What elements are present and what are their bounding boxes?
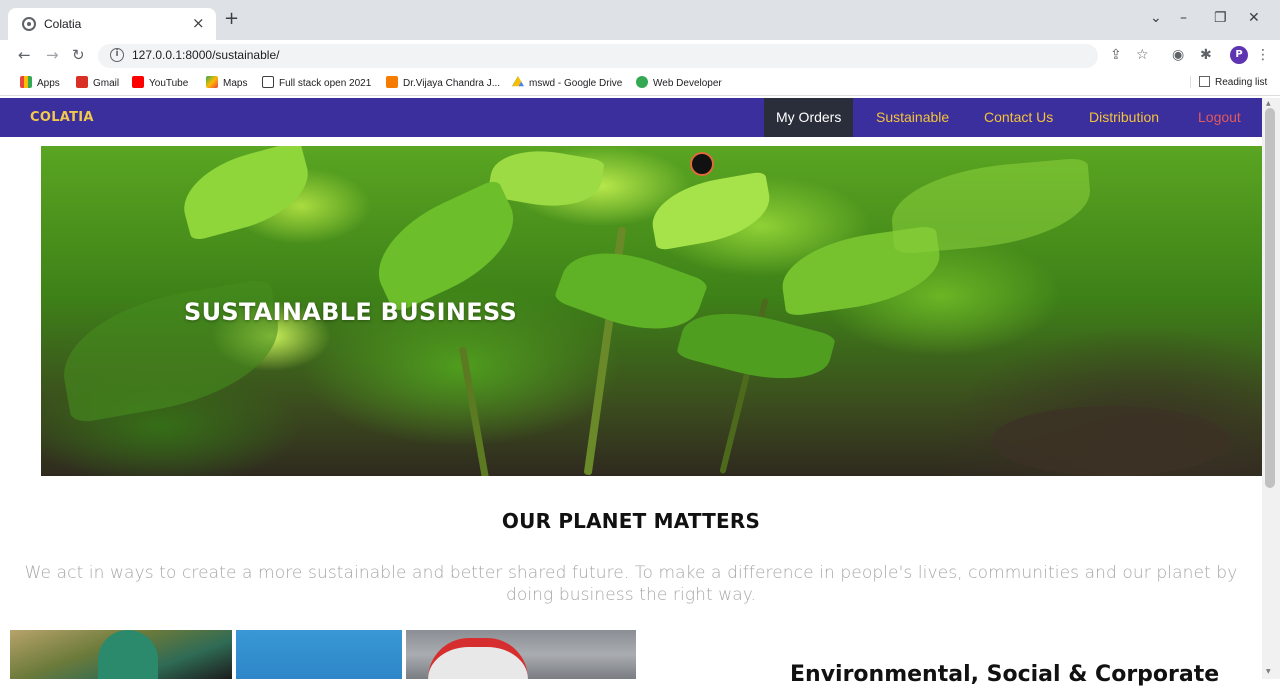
bookmark-label: Dr.Vijaya Chandra J...: [403, 78, 501, 89]
reading-list-icon: [1199, 76, 1210, 87]
info-icon[interactable]: i: [110, 48, 124, 62]
bookmark-label: Web Developer: [653, 78, 722, 89]
leaf: [887, 157, 1095, 255]
extension-icon[interactable]: ◉: [1172, 47, 1184, 63]
plant-stem: [458, 346, 491, 476]
bookmark-maps[interactable]: Maps: [206, 76, 247, 89]
hero-banner: SUSTAINABLE BUSINESS: [41, 146, 1262, 476]
nav-my-orders[interactable]: My Orders: [764, 98, 854, 137]
reading-list-button[interactable]: Reading list: [1190, 76, 1267, 88]
leaf: [361, 178, 531, 314]
browser-toolbar: ← → ↻ i 127.0.0.1:8000/sustainable/ ⇪ ☆ …: [0, 40, 1280, 72]
nav-sustainable[interactable]: Sustainable: [864, 98, 961, 137]
nav-contact-us[interactable]: Contact Us: [972, 98, 1065, 137]
share-icon[interactable]: ⇪: [1110, 47, 1122, 63]
section-heading-planet: OUR PLANET MATTERS: [501, 509, 761, 533]
forward-arrow-icon[interactable]: →: [46, 46, 59, 64]
bookmark-vijaya[interactable]: Dr.Vijaya Chandra J...: [386, 76, 500, 89]
leaf: [646, 171, 776, 251]
brand-logo[interactable]: COLATIA: [30, 110, 94, 125]
globe-icon: [22, 17, 36, 31]
apps-grid-icon: [20, 76, 32, 88]
bookmark-label: Gmail: [93, 78, 120, 89]
minimize-icon[interactable]: –: [1180, 10, 1187, 26]
bookmark-youtube[interactable]: YouTube: [132, 76, 188, 89]
scroll-down-icon[interactable]: ▼: [1266, 668, 1271, 675]
new-tab-icon[interactable]: +: [224, 10, 239, 28]
bookmark-label: Maps: [223, 78, 248, 89]
bookmark-label: Full stack open 2021: [279, 78, 372, 89]
photo-worker: [406, 630, 636, 679]
bookmark-star-icon[interactable]: ☆: [1136, 47, 1149, 63]
address-bar[interactable]: i 127.0.0.1:8000/sustainable/: [98, 44, 1098, 68]
soil-clod: [991, 406, 1231, 476]
bookmark-label: YouTube: [149, 78, 189, 89]
page-scrollbar[interactable]: ▲ ▼: [1262, 98, 1280, 679]
reading-list-label: Reading list: [1215, 77, 1268, 88]
person-figure: [98, 630, 158, 679]
cap-figure: [428, 638, 528, 679]
bookmark-label: Apps: [37, 78, 60, 89]
close-tab-icon[interactable]: ×: [192, 14, 205, 32]
hero-title: SUSTAINABLE BUSINESS: [184, 298, 518, 326]
blogger-icon: [386, 76, 398, 88]
back-arrow-icon[interactable]: ←: [18, 46, 31, 64]
leaf: [174, 146, 318, 242]
url-text[interactable]: 127.0.0.1:8000/sustainable/: [132, 48, 279, 62]
browser-tab[interactable]: Colatia ×: [8, 8, 216, 40]
drive-icon: [512, 76, 524, 87]
puzzle-icon[interactable]: ✱: [1200, 47, 1212, 63]
scroll-up-icon[interactable]: ▲: [1266, 100, 1271, 107]
photo-farmer: [10, 630, 232, 679]
bookmark-gmail[interactable]: Gmail: [76, 76, 119, 89]
bookmark-label: mswd - Google Drive: [529, 78, 623, 89]
webdev-icon: [636, 76, 648, 88]
tab-title: Colatia: [44, 17, 82, 31]
browser-tab-strip: Colatia × + ⌄ – ❐ ✕: [0, 0, 1280, 40]
maximize-icon[interactable]: ❐: [1214, 10, 1227, 26]
section-heading-esg: Environmental, Social & Corporate: [790, 662, 1220, 687]
photo-blue: [236, 630, 402, 679]
bookmark-webdev[interactable]: Web Developer: [636, 76, 722, 89]
bookmarks-bar: Apps Gmail YouTube Maps Full stack open …: [0, 72, 1280, 96]
youtube-icon: [132, 76, 144, 88]
page-icon: [262, 76, 274, 88]
gmail-icon: [76, 76, 88, 88]
site-navbar: COLATIA My Orders Sustainable Contact Us…: [0, 98, 1262, 137]
nav-logout[interactable]: Logout: [1186, 98, 1253, 137]
menu-dots-icon[interactable]: ⋮: [1256, 47, 1270, 63]
reload-icon[interactable]: ↻: [72, 46, 85, 64]
profile-avatar[interactable]: P: [1230, 46, 1248, 64]
nav-distribution[interactable]: Distribution: [1077, 98, 1171, 137]
section-text-planet: We act in ways to create a more sustaina…: [24, 563, 1238, 605]
bookmark-drive[interactable]: mswd - Google Drive: [512, 76, 622, 89]
window-close-icon[interactable]: ✕: [1248, 10, 1260, 26]
scroll-thumb[interactable]: [1265, 108, 1275, 488]
cursor-marker: [690, 152, 714, 176]
bookmark-apps[interactable]: Apps: [20, 76, 60, 89]
chevron-down-icon[interactable]: ⌄: [1150, 10, 1162, 26]
maps-icon: [206, 76, 218, 88]
bookmark-fullstack[interactable]: Full stack open 2021: [262, 76, 371, 89]
